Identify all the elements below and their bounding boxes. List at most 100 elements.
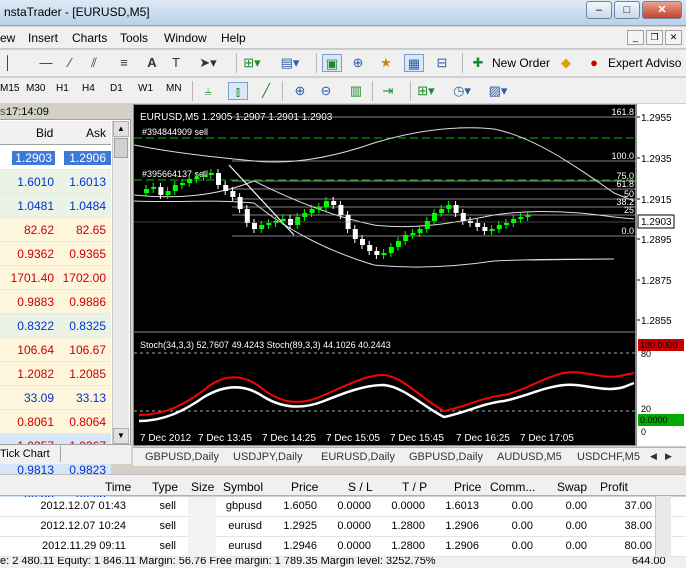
maximize-button[interactable]: □ bbox=[614, 1, 640, 19]
text-tool-icon[interactable]: A bbox=[142, 54, 162, 72]
candle-body bbox=[244, 209, 250, 223]
tester-icon[interactable]: ⊟ bbox=[432, 54, 452, 72]
col-type[interactable]: Type bbox=[152, 480, 178, 494]
new-order-button[interactable]: New Order bbox=[492, 56, 550, 70]
autotrading-button[interactable]: Expert Adviso bbox=[608, 56, 681, 70]
market-watch-row[interactable]: 1.2082 1.2085 bbox=[0, 362, 111, 386]
mdi-minimize-button[interactable]: _ bbox=[627, 30, 644, 45]
candlestick-icon[interactable]: ⫾ bbox=[228, 82, 248, 100]
chart-tab-usdchf-m5[interactable]: USDCHF,M5 bbox=[577, 451, 640, 463]
candle-body bbox=[475, 223, 481, 227]
col-tp[interactable]: T / P bbox=[402, 480, 427, 494]
zoom-out-icon[interactable]: ⊖ bbox=[316, 82, 336, 100]
menu-help[interactable]: Help bbox=[221, 31, 246, 45]
chart-tab-audusd-m5[interactable]: AUDUSD,M5 bbox=[497, 451, 562, 463]
order-row[interactable]: 2012.12.07 01:43 sell gbpusd 1.6050 0.0000 0.… bbox=[0, 497, 686, 517]
chart-tab-eurusd-daily[interactable]: EURUSD,Daily bbox=[321, 451, 395, 463]
menu-insert[interactable]: Insert bbox=[28, 31, 58, 45]
indicator-label: Stoch(34,3,3) 52.7607 49.4243 Stoch(89,3… bbox=[140, 340, 391, 350]
terminal-icon[interactable]: ▦ bbox=[404, 54, 424, 72]
market-watch-row[interactable]: 0.9883 0.9886 bbox=[0, 290, 111, 314]
line-chart-icon[interactable]: ╱ bbox=[256, 82, 276, 100]
chart-tab-gbpusd-daily[interactable]: GBPUSD,Daily bbox=[145, 451, 219, 463]
expert-advisors-icon[interactable]: ◆ bbox=[556, 54, 576, 72]
arrows-icon[interactable]: ➤▾ bbox=[198, 54, 218, 72]
order-row[interactable]: 2012.11.29 09:11 sell eurusd 1.2946 0.0000 1.… bbox=[0, 537, 686, 557]
menu-charts[interactable]: Charts bbox=[72, 31, 107, 45]
price-axis-svg: 1.2955 1.2935 1.2915 1.2895 1.2875 1.2855 1.29… bbox=[637, 113, 684, 437]
market-watch-row[interactable]: 0.8061 0.8064 bbox=[0, 410, 111, 434]
new-chart-icon[interactable]: ⊞▾ bbox=[242, 54, 262, 72]
mdi-restore-button[interactable]: ❐ bbox=[646, 30, 663, 45]
navigator-icon[interactable]: ★ bbox=[376, 54, 396, 72]
tab-scroll-right-icon[interactable]: ▶ bbox=[665, 451, 672, 462]
market-watch-row[interactable]: 33.09 33.13 bbox=[0, 386, 111, 410]
market-watch-row[interactable]: 0.9362 0.9365 bbox=[0, 242, 111, 266]
horizontal-line-icon[interactable]: — bbox=[36, 54, 56, 72]
chart-tab-gbpusd-daily-2[interactable]: GBPUSD,Daily bbox=[409, 451, 483, 463]
order-comm: 0.00 bbox=[511, 520, 533, 532]
terminal-scrollbar[interactable] bbox=[655, 496, 671, 557]
menu-window[interactable]: Window bbox=[164, 31, 207, 45]
market-watch-row[interactable]: 1.6010 1.6013 bbox=[0, 170, 111, 194]
market-watch-row[interactable]: 0.8322 0.8325 bbox=[0, 314, 111, 338]
market-watch-row[interactable]: 1.0481 1.0484 bbox=[0, 194, 111, 218]
new-order-icon[interactable]: ✚ bbox=[468, 54, 488, 72]
data-window-icon[interactable]: ⊕ bbox=[348, 54, 368, 72]
zoom-in-icon[interactable]: ⊕ bbox=[290, 82, 310, 100]
indicators-icon[interactable]: ⊞▾ bbox=[416, 82, 436, 100]
close-button[interactable]: ✕ bbox=[642, 1, 682, 19]
candle-body bbox=[496, 225, 502, 229]
scroll-up-icon[interactable]: ▲ bbox=[113, 121, 129, 137]
col-price[interactable]: Price bbox=[291, 480, 318, 494]
col-swap[interactable]: Swap bbox=[557, 480, 587, 494]
candle-body bbox=[259, 225, 265, 229]
auto-scroll-icon[interactable] bbox=[382, 82, 402, 100]
market-watch-row[interactable]: 82.62 82.65 bbox=[0, 218, 111, 242]
tick-chart-tab[interactable]: Tick Chart bbox=[0, 448, 50, 460]
col-sl[interactable]: S / L bbox=[348, 480, 373, 494]
cursor-icon[interactable]: │ bbox=[2, 54, 14, 72]
menu-view[interactable]: ew bbox=[0, 31, 15, 45]
ask-header[interactable]: Ask bbox=[86, 126, 106, 140]
chart-svg[interactable]: EURUSD,M5 1.2905 1.2907 1.2901 1.2903 #3… bbox=[133, 105, 637, 447]
minimize-button[interactable]: – bbox=[586, 1, 612, 19]
timeframe-d1[interactable]: D1 bbox=[110, 83, 123, 94]
channel-icon[interactable]: ⫽ bbox=[84, 54, 104, 72]
market-watch-scroll-thumb[interactable] bbox=[114, 138, 128, 158]
timeframe-w1[interactable]: W1 bbox=[138, 83, 153, 94]
timeframe-m30[interactable]: M30 bbox=[26, 83, 45, 94]
market-watch-row[interactable]: 106.64 106.67 bbox=[0, 338, 111, 362]
timeframe-m15[interactable]: M15 bbox=[0, 83, 19, 94]
order-row[interactable]: 2012.12.07 10:24 sell eurusd 1.2925 0.0000 1.… bbox=[0, 517, 686, 537]
menu-tools[interactable]: Tools bbox=[120, 31, 148, 45]
col-size[interactable]: Size bbox=[191, 480, 214, 494]
market-watch-row[interactable]: 1701.40 1702.00 bbox=[0, 266, 111, 290]
tab-scroll-left-icon[interactable]: ◀ bbox=[650, 451, 657, 462]
mdi-close-button[interactable]: ✕ bbox=[665, 30, 682, 45]
label-tool-icon[interactable]: T bbox=[166, 54, 186, 72]
profiles-icon[interactable]: ▤▾ bbox=[280, 54, 300, 72]
chart-area[interactable]: EURUSD,M5 1.2905 1.2907 1.2901 1.2903 #3… bbox=[133, 104, 637, 447]
timeframe-h1[interactable]: H1 bbox=[56, 83, 69, 94]
market-watch-scrollbar[interactable]: ▲ ▼ bbox=[112, 121, 129, 444]
templates-icon[interactable]: ▨▾ bbox=[488, 82, 508, 100]
candle-body bbox=[460, 213, 466, 221]
col-commission[interactable]: Comm... bbox=[490, 480, 535, 494]
market-watch-icon[interactable]: ▣ bbox=[322, 54, 342, 72]
col-current-price[interactable]: Price bbox=[454, 480, 481, 494]
timeframe-h4[interactable]: H4 bbox=[82, 83, 95, 94]
bid-header[interactable]: Bid bbox=[36, 126, 53, 140]
periods-icon[interactable]: ◷▾ bbox=[452, 82, 472, 100]
fibo-icon[interactable]: ≡ bbox=[114, 54, 134, 72]
col-profit[interactable]: Profit bbox=[600, 480, 628, 494]
trendline-icon[interactable]: ∕ bbox=[60, 54, 80, 72]
autotrading-icon[interactable]: ● bbox=[584, 54, 604, 72]
bar-chart-icon[interactable]: ⫨ bbox=[198, 82, 218, 100]
scroll-down-icon[interactable]: ▼ bbox=[113, 428, 129, 444]
col-time[interactable]: Time bbox=[105, 480, 131, 494]
market-watch-row[interactable]: 1.2903 1.2906 bbox=[0, 146, 111, 170]
col-symbol[interactable]: Symbol bbox=[223, 480, 263, 494]
chart-tab-usdjpy-daily[interactable]: USDJPY,Daily bbox=[233, 451, 303, 463]
timeframe-mn[interactable]: MN bbox=[166, 83, 182, 94]
